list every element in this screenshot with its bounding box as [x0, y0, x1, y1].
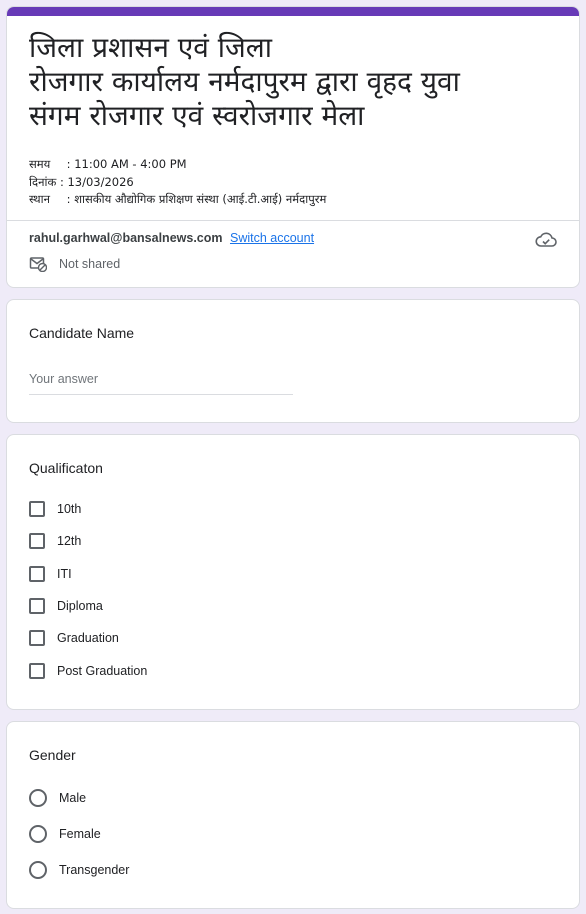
- not-shared-label: Not shared: [59, 257, 121, 271]
- event-venue-label: स्थान: [29, 192, 50, 206]
- event-time-label: समय: [29, 157, 51, 171]
- event-date-value: 13/03/2026: [67, 175, 134, 189]
- option-label: Male: [59, 791, 87, 805]
- gender-title: Gender: [29, 747, 76, 763]
- event-venue-value: शासकीय औद्योगिक प्रशिक्षण संस्था (आई.टी.…: [74, 192, 327, 206]
- radio-button[interactable]: [29, 789, 47, 807]
- option-label: Post Graduation: [57, 664, 148, 678]
- event-time-value: 11:00 AM - 4:00 PM: [74, 157, 187, 171]
- option-iti[interactable]: ITI: [29, 566, 72, 582]
- option-male[interactable]: Male: [29, 789, 86, 807]
- option-label: Diploma: [57, 599, 103, 613]
- checkbox[interactable]: [29, 533, 45, 549]
- option-label: 12th: [57, 534, 82, 548]
- mail-off-icon: [29, 257, 47, 272]
- cloud-save-icon[interactable]: [535, 232, 557, 253]
- event-date-label: दिनांक: [29, 175, 57, 189]
- option-label: Graduation: [57, 631, 119, 645]
- option-female[interactable]: Female: [29, 825, 101, 843]
- option-label: Female: [59, 827, 101, 841]
- option-10th[interactable]: 10th: [29, 501, 81, 517]
- checkbox[interactable]: [29, 630, 45, 646]
- event-time: समय : 11:00 AM - 4:00 PM: [29, 157, 187, 172]
- checkbox[interactable]: [29, 566, 45, 582]
- radio-button[interactable]: [29, 861, 47, 879]
- qualification-title: Qualificaton: [29, 460, 103, 476]
- form-title-line-2: रोजगार कार्यालय नर्मदापुरम द्वारा वृहद य…: [29, 65, 460, 98]
- qualification-card: Qualificaton 10th 12th ITI Diploma Gradu…: [6, 434, 580, 710]
- checkbox[interactable]: [29, 501, 45, 517]
- account-email: rahul.garhwal@bansalnews.com: [29, 231, 223, 245]
- header-divider: [7, 220, 579, 221]
- accent-bar: [7, 7, 579, 16]
- option-label: Transgender: [59, 863, 130, 877]
- candidate-name-title: Candidate Name: [29, 325, 135, 341]
- form-title-line-1: जिला प्रशासन एवं जिला: [29, 31, 272, 64]
- event-date-sep: :: [59, 175, 64, 189]
- form-title: जिला प्रशासन एवं जिला रोजगार कार्यालय नर…: [29, 31, 559, 133]
- candidate-name-input[interactable]: Your answer: [29, 372, 293, 395]
- option-transgender[interactable]: Transgender: [29, 861, 129, 879]
- switch-account-link[interactable]: Switch account: [230, 231, 314, 245]
- event-time-sep: :: [66, 157, 71, 171]
- checkbox[interactable]: [29, 663, 45, 679]
- candidate-name-card: Candidate Name Your answer: [6, 299, 580, 423]
- option-graduation[interactable]: Graduation: [29, 630, 119, 646]
- option-diploma[interactable]: Diploma: [29, 598, 103, 614]
- form-header-card: जिला प्रशासन एवं जिला रोजगार कार्यालय नर…: [6, 6, 580, 288]
- gender-card: Gender Male Female Transgender: [6, 721, 580, 909]
- account-info: rahul.garhwal@bansalnews.com Switch acco…: [29, 231, 314, 245]
- option-post-graduation[interactable]: Post Graduation: [29, 663, 147, 679]
- form-title-line-3: संगम रोजगार एवं स्वरोजगार मेला: [29, 99, 365, 132]
- event-venue: स्थान : शासकीय औद्योगिक प्रशिक्षण संस्था…: [29, 192, 326, 207]
- not-shared-status: Not shared: [29, 256, 120, 272]
- event-date: दिनांक : 13/03/2026: [29, 175, 134, 190]
- radio-button[interactable]: [29, 825, 47, 843]
- option-12th[interactable]: 12th: [29, 533, 81, 549]
- option-label: 10th: [57, 502, 82, 516]
- checkbox[interactable]: [29, 598, 45, 614]
- event-venue-sep: :: [66, 192, 71, 206]
- option-label: ITI: [57, 567, 72, 581]
